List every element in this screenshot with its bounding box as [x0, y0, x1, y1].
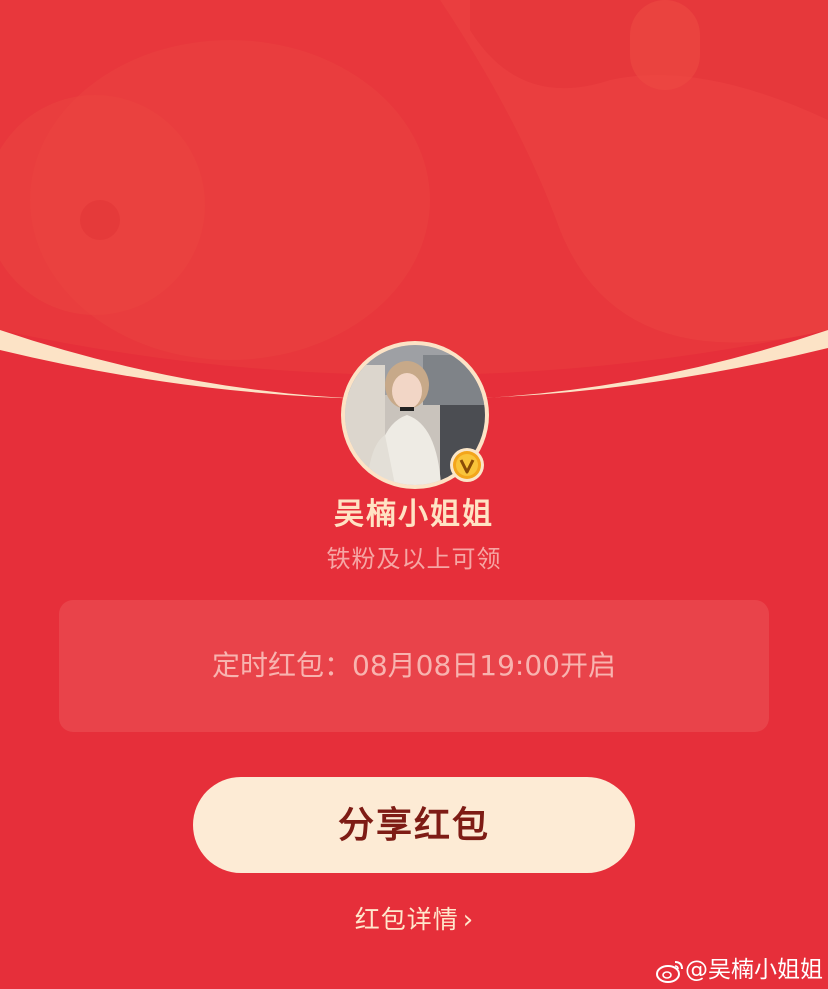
scheduled-packet-box: 定时红包：08月08日19:00开启	[59, 600, 769, 732]
share-button-label: 分享红包	[337, 804, 490, 845]
weibo-watermark: @吴楠小姐姐	[655, 952, 823, 988]
chevron-right-icon: ›	[462, 905, 474, 935]
verified-v-icon	[450, 448, 484, 482]
red-packet-page: 吴楠小姐姐 铁粉及以上可领 定时红包：08月08日19:00开启 分享红包 红包…	[0, 0, 828, 989]
share-red-packet-button[interactable]: 分享红包	[193, 777, 635, 873]
weibo-icon	[656, 960, 683, 983]
watermark-text: @吴楠小姐姐	[685, 957, 823, 983]
red-packet-details-link[interactable]: 红包详情 ›	[314, 898, 514, 942]
claim-condition: 铁粉及以上可领	[326, 545, 502, 573]
details-link-label: 红包详情	[354, 905, 459, 934]
username: 吴楠小姐姐	[334, 497, 494, 532]
scheduled-open-time: 定时红包：08月08日19:00开启	[212, 649, 616, 682]
